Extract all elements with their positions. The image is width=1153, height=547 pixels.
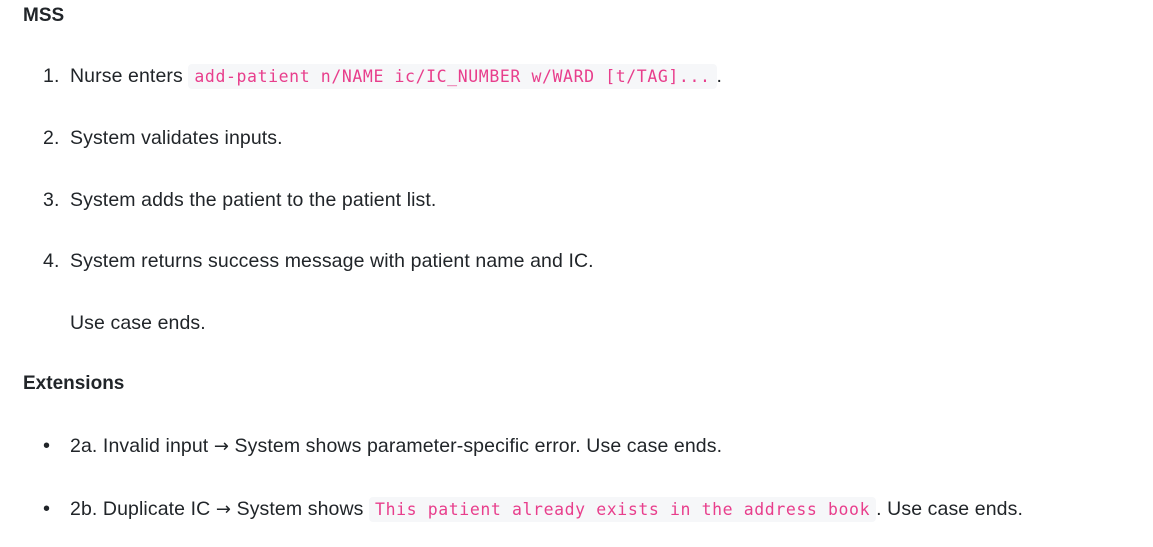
- extensions-heading: Extensions: [23, 373, 125, 394]
- extension-result: System shows parameter-specific error. U…: [234, 435, 723, 457]
- extension-text: 2a. Invalid input → System shows paramet…: [70, 433, 722, 460]
- extension-result-before: System shows: [236, 498, 364, 520]
- bullet: •: [43, 435, 51, 457]
- extension-label: 2a. Invalid input: [70, 435, 209, 457]
- end-note-text: Use case ends.: [70, 312, 206, 334]
- bullet: •: [43, 498, 51, 520]
- step-text: System adds the patient to the patient l…: [70, 189, 437, 211]
- step-number: 3.: [43, 189, 60, 211]
- step-text: Nurse enters add-patient n/NAME ic/IC_NU…: [70, 63, 722, 90]
- step-number: 2.: [43, 127, 60, 149]
- step-text: System validates inputs.: [70, 127, 283, 149]
- step-number: 4.: [43, 250, 60, 272]
- extension-label: 2b. Duplicate IC: [70, 498, 211, 520]
- step-text-before: Nurse enters: [70, 65, 183, 87]
- step-number: 1.: [43, 65, 60, 87]
- step-text: System returns success message with pati…: [70, 250, 594, 272]
- mss-heading: MSS: [23, 5, 65, 26]
- step-text-after: .: [716, 65, 723, 87]
- extension-result-after: . Use case ends.: [876, 498, 1023, 520]
- arrow-right-icon: →: [215, 499, 232, 520]
- command-code: add-patient n/NAME ic/IC_NUMBER w/WARD […: [188, 64, 717, 89]
- error-message-code: This patient already exists in the addre…: [369, 497, 877, 522]
- arrow-right-icon: →: [213, 436, 230, 457]
- extension-text: 2b. Duplicate IC → System shows This pat…: [70, 496, 1023, 523]
